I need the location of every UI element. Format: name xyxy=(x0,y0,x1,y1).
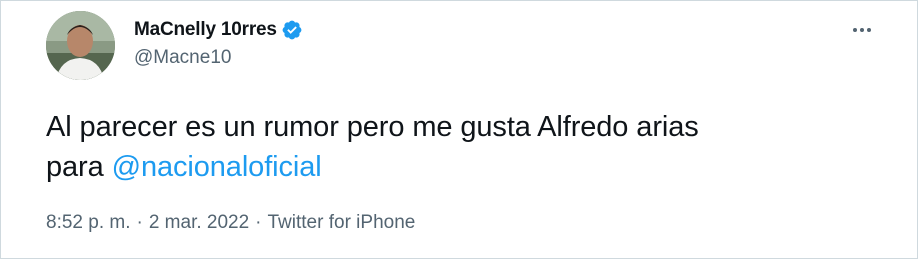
tweet-source[interactable]: Twitter for iPhone xyxy=(268,212,416,234)
name-row: MaCnelly 10rres xyxy=(134,18,303,42)
tweet-text-prefix: para xyxy=(46,151,112,183)
user-avatar-icon xyxy=(46,11,115,80)
avatar[interactable] xyxy=(46,11,115,80)
display-name[interactable]: MaCnelly 10rres xyxy=(134,19,277,41)
mention-link[interactable]: @nacionaloficial xyxy=(112,151,322,183)
meta-separator: · xyxy=(255,212,262,233)
author-block: MaCnelly 10rres @Macne10 xyxy=(134,18,303,69)
more-dots-icon xyxy=(853,28,871,32)
tweet-text-line1: Al parecer es un rumor pero me gusta Alf… xyxy=(46,111,699,143)
author-handle[interactable]: @Macne10 xyxy=(134,47,303,69)
meta-separator: · xyxy=(136,212,143,233)
tweet-meta: 8:52 p. m. · 2 mar. 2022 · Twitter for i… xyxy=(46,212,415,234)
tweet-text-line2: para @nacionaloficial xyxy=(46,147,876,187)
verified-badge-icon xyxy=(281,19,303,41)
tweet-card: MaCnelly 10rres @Macne10 Al parecer es u… xyxy=(0,0,918,259)
tweet-date[interactable]: 2 mar. 2022 xyxy=(149,212,249,234)
tweet-time[interactable]: 8:52 p. m. xyxy=(46,212,131,234)
more-options-button[interactable] xyxy=(845,17,879,43)
tweet-text: Al parecer es un rumor pero me gusta Alf… xyxy=(46,107,876,187)
